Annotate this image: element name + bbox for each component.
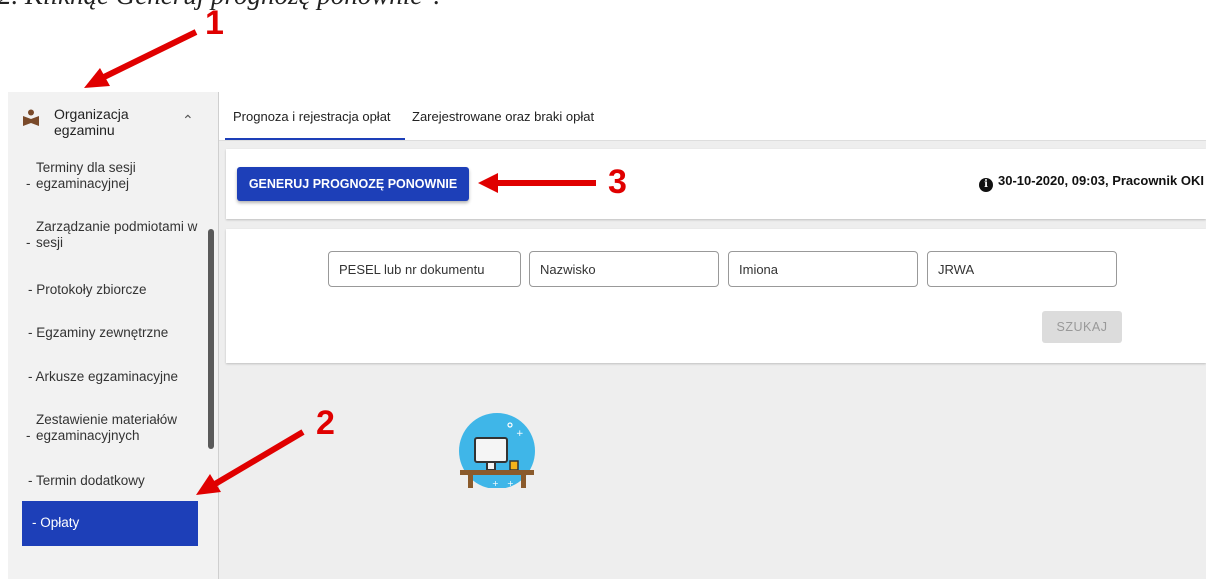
sidebar-item-termin-dodatkowy[interactable]: - Termin dodatkowy: [28, 473, 208, 489]
sidebar-section-header[interactable]: Organizacja egzaminu ⌃: [22, 106, 202, 146]
svg-text:+: +: [507, 479, 514, 488]
chevron-up-icon[interactable]: ⌃: [182, 112, 194, 129]
sidebar-item-arkusze[interactable]: - Arkusze egzaminacyjne: [28, 369, 208, 385]
names-input[interactable]: Imiona: [728, 251, 918, 287]
actions-card: GENERUJ PROGNOZĘ PONOWNIE i 30-10-2020, 0…: [226, 149, 1206, 219]
sidebar-scrollbar[interactable]: [208, 229, 214, 449]
sidebar-item-egzaminy[interactable]: - Egzaminy zewnętrzne: [28, 325, 208, 341]
sidebar-item-oplaty[interactable]: - Opłaty: [22, 501, 198, 546]
pesel-input[interactable]: PESEL lub nr dokumentu: [328, 251, 521, 287]
item-dash: -: [26, 235, 31, 250]
tab-bar: Prognoza i rejestracja opłat Zarejestrow…: [219, 92, 1206, 141]
tab-prognoza[interactable]: Prognoza i rejestracja opłat: [233, 109, 391, 124]
annotation-number-1: 1: [205, 4, 224, 42]
sidebar-item-terminy[interactable]: - Terminy dla sesji egzaminacyjnej: [26, 160, 208, 192]
svg-text:+: +: [516, 429, 524, 439]
sidebar-item-zarzadzanie[interactable]: - Zarządzanie podmiotami w sesji: [26, 219, 208, 251]
section-icon: [23, 109, 39, 126]
sidebar-item-protokoly[interactable]: - Protokoły zbiorcze: [28, 282, 208, 298]
svg-text:+: +: [492, 479, 499, 488]
filter-card: PESEL lub nr dokumentu Nazwisko Imiona J…: [226, 229, 1206, 363]
annotation-number-3: 3: [608, 163, 627, 201]
active-tab-indicator: [225, 138, 405, 140]
main-content: Prognoza i rejestracja opłat Zarejestrow…: [219, 92, 1206, 579]
sidebar-item-zestawienie[interactable]: - Zestawienie materiałów egzaminacyjnych: [26, 412, 208, 444]
sidebar-section-title: Organizacja egzaminu: [54, 106, 129, 138]
item-dash: -: [26, 176, 31, 191]
status-text: 30-10-2020, 09:03, Pracownik OKI: [998, 173, 1204, 188]
last-generated-status: i 30-10-2020, 09:03, Pracownik OKI: [979, 173, 1204, 192]
surname-input[interactable]: Nazwisko: [529, 251, 719, 287]
jrwa-input[interactable]: JRWA: [927, 251, 1117, 287]
tab-zarejestrowane[interactable]: Zarejestrowane oraz braki opłat: [412, 109, 594, 124]
search-button[interactable]: SZUKAJ: [1042, 311, 1122, 343]
empty-state-illustration: + + +: [459, 413, 535, 488]
arrow-1: [84, 29, 198, 88]
annotation-number-2: 2: [316, 404, 335, 442]
item-dash: -: [26, 428, 31, 443]
info-icon: i: [979, 178, 993, 192]
generate-forecast-button[interactable]: GENERUJ PROGNOZĘ PONOWNIE: [237, 167, 469, 201]
